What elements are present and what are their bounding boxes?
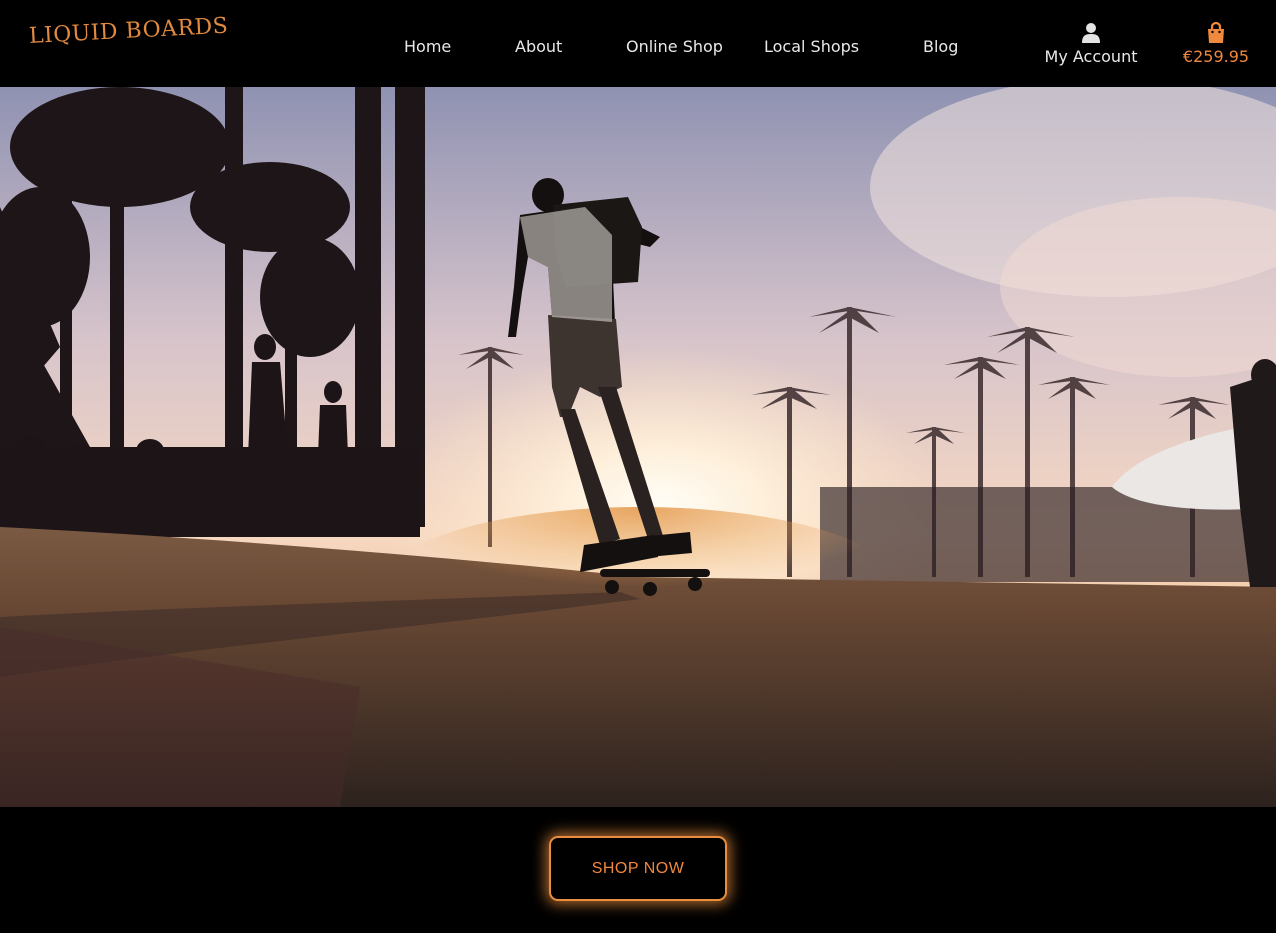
cart-link[interactable]: €259.95	[1176, 22, 1256, 66]
shop-now-button[interactable]: SHOP NOW	[549, 836, 727, 901]
brand-logo[interactable]: LIQUID BOARDS	[28, 14, 229, 49]
top-navigation-bar: LIQUID BOARDS Home About Online Shop Loc…	[0, 0, 1276, 87]
user-icon	[1038, 22, 1144, 44]
nav-about[interactable]: About	[515, 37, 562, 56]
cta-section: SHOP NOW	[0, 807, 1276, 933]
hero-photo-illustration	[0, 87, 1276, 807]
nav-local-shops[interactable]: Local Shops	[764, 37, 859, 56]
nav-blog[interactable]: Blog	[923, 37, 958, 56]
cart-total: €259.95	[1182, 47, 1250, 66]
my-account-label: My Account	[1044, 47, 1138, 66]
shopping-bag-icon	[1176, 22, 1256, 44]
my-account-link[interactable]: My Account	[1038, 22, 1144, 66]
hero-image	[0, 87, 1276, 807]
nav-home[interactable]: Home	[404, 37, 451, 56]
nav-online-shop[interactable]: Online Shop	[626, 37, 723, 56]
